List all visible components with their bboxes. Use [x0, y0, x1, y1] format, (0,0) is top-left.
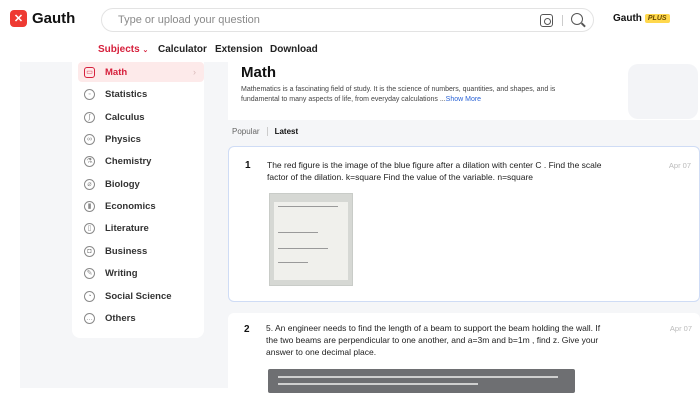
- question-card[interactable]: 2 5. An engineer needs to find the lengt…: [228, 313, 700, 393]
- sidebar-item-label: Calculus: [105, 111, 145, 123]
- sidebar-item-label: Biology: [105, 178, 140, 190]
- page-title: Math: [241, 64, 276, 81]
- tab-divider: [266, 127, 268, 136]
- page-root: ✕ Gauth Type or upload your question Gau…: [0, 0, 700, 395]
- business-icon: ◘: [84, 245, 95, 257]
- image-text-line: [278, 376, 558, 378]
- image-text-line: [278, 206, 338, 207]
- sidebar-item-writing[interactable]: ✎ Writing: [78, 263, 204, 283]
- nav-download[interactable]: Download: [270, 44, 318, 55]
- brand-name: Gauth: [613, 13, 642, 24]
- question-number: 1: [245, 160, 251, 171]
- search-divider: [562, 15, 563, 26]
- calculus-icon: ∫: [84, 111, 95, 123]
- search-box[interactable]: Type or upload your question: [101, 8, 594, 32]
- nav-subjects[interactable]: Subjects ⌄: [98, 44, 148, 55]
- sidebar-item-label: Literature: [105, 222, 149, 234]
- nav-extension[interactable]: Extension: [215, 44, 263, 55]
- plus-badge: PLUS: [644, 14, 670, 23]
- topic-description-text: Mathematics is a fascinating field of st…: [241, 86, 556, 103]
- sidebar-item-label: Statistics: [105, 88, 148, 100]
- statistics-icon: ◦: [84, 88, 95, 100]
- sidebar-item-others[interactable]: … Others: [78, 308, 204, 328]
- sidebar-item-chemistry[interactable]: ⚗ Chemistry: [78, 151, 204, 171]
- math-icon: ▭: [84, 66, 95, 78]
- plus-brand[interactable]: Gauth PLUS: [613, 13, 670, 24]
- others-icon: …: [84, 312, 95, 324]
- gauth-logo[interactable]: ✕ Gauth: [10, 10, 75, 27]
- sidebar-item-label: Others: [105, 312, 136, 324]
- question-text: 5. An engineer needs to find the length …: [266, 323, 601, 357]
- question-image[interactable]: [269, 193, 353, 286]
- sidebar-item-physics[interactable]: ∞ Physics: [78, 129, 204, 149]
- sidebar-item-literature[interactable]: ▯ Literature: [78, 218, 204, 238]
- topic-description: Mathematics is a fascinating field of st…: [241, 85, 591, 104]
- economics-icon: ▮: [84, 200, 95, 212]
- question-image-content: [274, 202, 348, 280]
- sidebar-item-statistics[interactable]: ◦ Statistics: [78, 84, 204, 104]
- tab-popular[interactable]: Popular: [232, 127, 260, 136]
- sidebar-item-label: Social Science: [105, 290, 172, 302]
- chemistry-icon: ⚗: [84, 155, 95, 167]
- image-text-line: [278, 262, 308, 263]
- sidebar-item-label: Economics: [105, 200, 156, 212]
- chevron-right-icon: ›: [193, 67, 196, 77]
- nav-calculator[interactable]: Calculator: [158, 44, 207, 55]
- sidebar-item-economics[interactable]: ▮ Economics: [78, 196, 204, 216]
- logo-text: Gauth: [32, 10, 76, 27]
- writing-icon: ✎: [84, 267, 95, 279]
- image-text-line: [278, 248, 328, 249]
- camera-icon[interactable]: [540, 14, 553, 27]
- question-tabs: Popular Latest: [232, 127, 298, 136]
- show-more-link[interactable]: Show More: [446, 96, 481, 103]
- subject-sidebar: ▭ Math › ◦ Statistics ∫ Calculus ∞ Physi…: [72, 62, 204, 338]
- sidebar-item-label: Writing: [105, 267, 138, 279]
- search-icon[interactable]: [571, 13, 583, 25]
- question-card[interactable]: 1 The red figure is the image of the blu…: [228, 146, 700, 302]
- sidebar-item-label: Business: [105, 245, 148, 257]
- logo-mark-icon: ✕: [10, 10, 27, 27]
- sidebar-item-biology[interactable]: ⌀ Biology: [78, 174, 204, 194]
- search-input[interactable]: Type or upload your question: [118, 14, 260, 26]
- question-date: Apr 07: [668, 161, 691, 170]
- image-text-line: [278, 383, 478, 385]
- physics-icon: ∞: [84, 133, 95, 145]
- question-image[interactable]: [268, 369, 575, 393]
- sidebar-item-label: Physics: [105, 133, 141, 145]
- sidebar-item-label: Math: [105, 66, 128, 78]
- tab-latest[interactable]: Latest: [275, 127, 299, 136]
- topic-header-card: Math Mathematics is a fascinating field …: [228, 58, 700, 120]
- top-header: ✕ Gauth Type or upload your question Gau…: [0, 0, 700, 38]
- sidebar-item-business[interactable]: ◘ Business: [78, 241, 204, 261]
- question-date: Apr 07: [669, 324, 692, 333]
- chevron-down-icon: ⌄: [142, 47, 149, 54]
- question-number: 2: [244, 324, 250, 335]
- sidebar-item-calculus[interactable]: ∫ Calculus: [78, 107, 204, 127]
- sidebar-item-social-science[interactable]: ◔ Social Science: [78, 286, 204, 306]
- sidebar-item-math[interactable]: ▭ Math ›: [78, 62, 204, 82]
- social-science-icon: ◔: [84, 290, 95, 302]
- biology-icon: ⌀: [84, 178, 95, 190]
- question-text: The red figure is the image of the blue …: [267, 160, 602, 182]
- literature-icon: ▯: [84, 222, 95, 234]
- image-text-line: [278, 232, 318, 233]
- sidebar-item-label: Chemistry: [105, 155, 152, 167]
- decorative-graphic: [628, 64, 698, 119]
